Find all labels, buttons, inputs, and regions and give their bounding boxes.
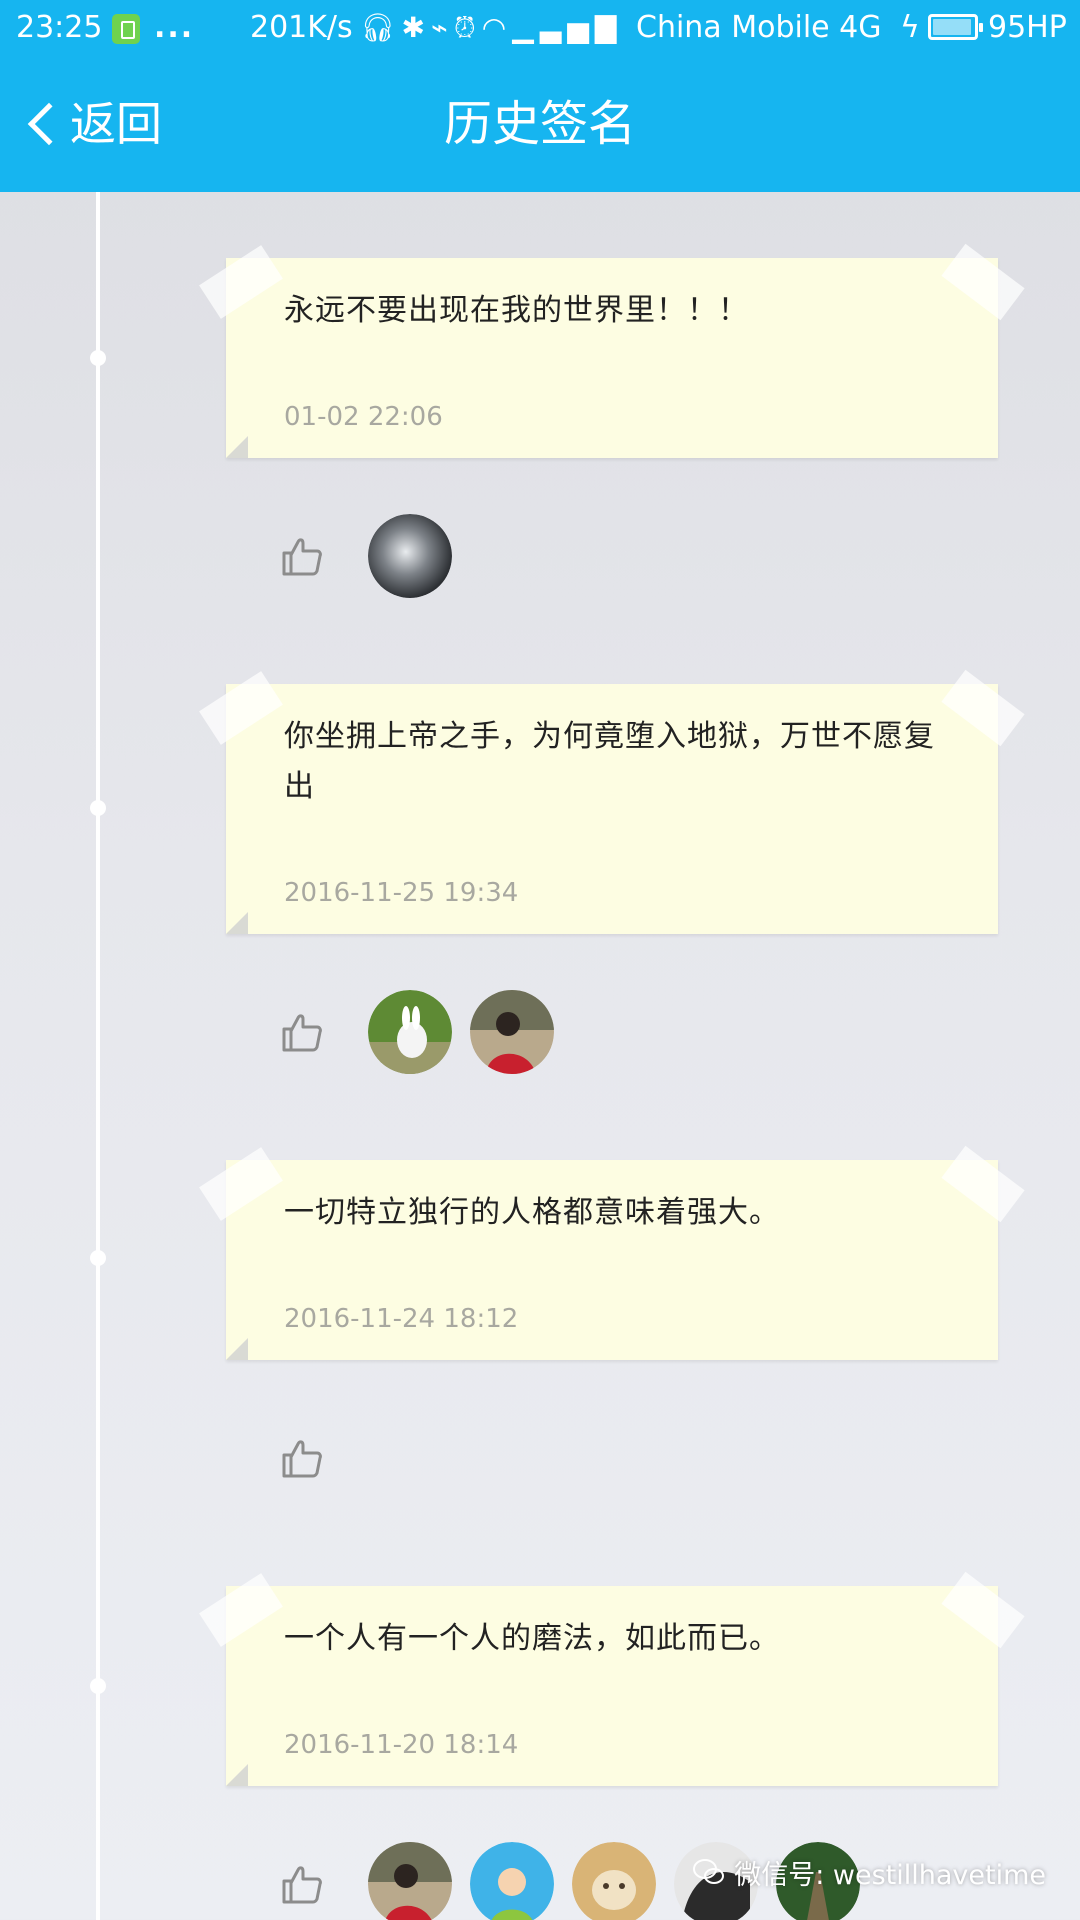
thumbs-up-icon[interactable]: [280, 1862, 324, 1906]
carrier-label: China Mobile 4G: [636, 10, 882, 45]
tape-decoration: [199, 1147, 283, 1221]
watermark-text: 微信号: westillhavetime: [734, 1859, 1046, 1891]
timeline-dot: [90, 1250, 106, 1266]
thumbs-up-icon[interactable]: [280, 534, 324, 578]
signature-time: 2016-11-24 18:12: [284, 1304, 519, 1334]
network-speed: 201K/s: [250, 10, 353, 45]
battery-icon: [928, 14, 983, 40]
page-fold: [226, 912, 248, 934]
page-title: 历史签名: [443, 96, 636, 152]
signature-note[interactable]: 永远不要出现在我的世界里！！！ 01-02 22:06: [199, 243, 1025, 458]
nav-bar: 返回 历史签名: [0, 56, 1080, 192]
signature-text: 你坐拥上帝之手，为何竟堕入地狱，万世不愿复出: [284, 719, 935, 804]
bluetooth-icon: ✱: [401, 11, 432, 44]
page-fold: [226, 1338, 248, 1360]
status-time: 23:25: [16, 10, 103, 45]
thumbs-up-icon[interactable]: [280, 1436, 324, 1480]
thumbs-up-icon[interactable]: [280, 1010, 324, 1054]
headphone-icon: 🎧︎: [360, 11, 402, 44]
timeline-dot: [90, 350, 106, 366]
battery-saver-icon: [112, 14, 140, 44]
signature-text: 一个人有一个人的磨法，如此而已。: [284, 1621, 780, 1656]
status-icons: 🎧︎✱⌁⏰︎◠▁▃▅▇: [360, 10, 622, 46]
page-fold: [226, 1764, 248, 1786]
likes-row: [280, 1416, 350, 1500]
likes-row: [280, 990, 554, 1074]
avatar-cloud[interactable]: [368, 514, 452, 598]
timeline-dot: [90, 800, 106, 816]
avatar-pet[interactable]: [572, 1842, 656, 1920]
signature-text: 一切特立独行的人格都意味着强大。: [284, 1195, 780, 1230]
timeline-line: [96, 192, 100, 1920]
wifi-icon: ◠: [481, 11, 513, 44]
wechat-watermark: 微信号: westillhavetime: [692, 1854, 1046, 1891]
tape-decoration: [199, 1573, 283, 1647]
tape-decoration: [199, 245, 283, 319]
avatar-rabbit[interactable]: [368, 990, 452, 1074]
tape-decoration: [199, 671, 283, 745]
signature-time: 2016-11-20 18:14: [284, 1730, 519, 1760]
vibrate-icon: ⌁: [431, 11, 454, 44]
alarm-icon: ⏰︎: [453, 11, 482, 44]
signature-note[interactable]: 一个人有一个人的磨法，如此而已。 2016-11-20 18:14: [199, 1571, 1025, 1786]
charging-icon: ϟ: [900, 10, 920, 45]
timeline-dot: [90, 1678, 106, 1694]
signature-text: 永远不要出现在我的世界里！！！: [284, 293, 749, 328]
wechat-icon: [693, 1859, 725, 1884]
app-header: 23:25 ... 201K/s 🎧︎✱⌁⏰︎◠▁▃▅▇ China Mobil…: [0, 0, 1080, 192]
page-fold: [226, 436, 248, 458]
signature-note[interactable]: 一切特立独行的人格都意味着强大。 2016-11-24 18:12: [199, 1145, 1025, 1360]
signal-icon: ▁▃▅▇: [512, 11, 623, 44]
signature-time: 2016-11-25 19:34: [284, 878, 519, 908]
avatar-girl-red[interactable]: [470, 990, 554, 1074]
battery-level: 95HP: [988, 10, 1067, 45]
signature-note[interactable]: 你坐拥上帝之手，为何竟堕入地狱，万世不愿复出 2016-11-25 19:34: [199, 669, 1025, 934]
signature-time: 01-02 22:06: [284, 402, 443, 432]
status-more-dots: ...: [154, 10, 195, 45]
avatar-girl-red[interactable]: [368, 1842, 452, 1920]
status-bar: 23:25 ... 201K/s 🎧︎✱⌁⏰︎◠▁▃▅▇ China Mobil…: [0, 0, 1080, 56]
likes-row: [280, 514, 452, 598]
avatar-cartoon[interactable]: [470, 1842, 554, 1920]
